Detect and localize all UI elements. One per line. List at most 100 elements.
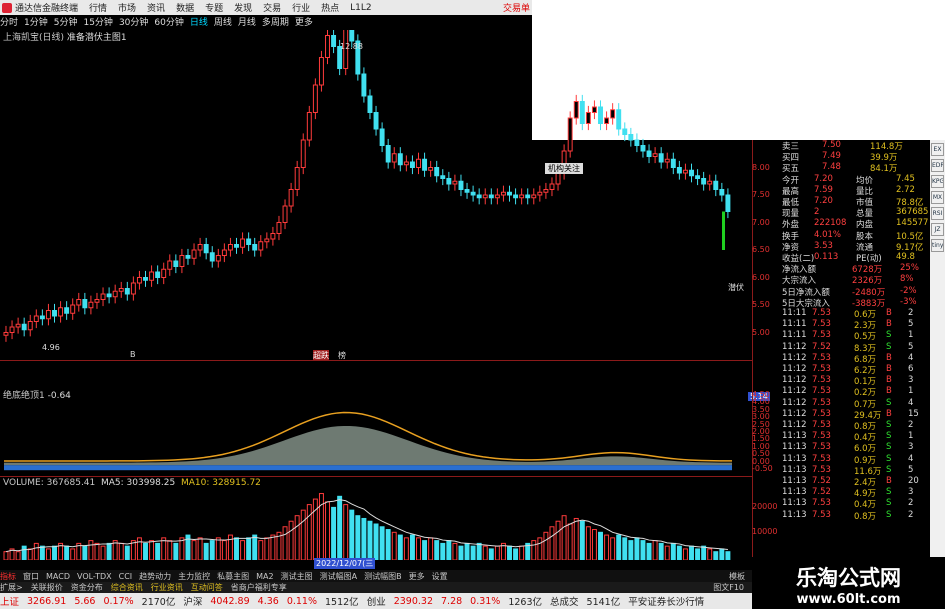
volume-chart[interactable]	[0, 488, 752, 560]
quote-cell: B	[886, 375, 892, 386]
indicator-tab[interactable]: MA2	[256, 572, 273, 581]
toolbar-icon[interactable]: MX	[931, 191, 944, 204]
index-name[interactable]: 沪深	[183, 594, 202, 608]
extension-tab[interactable]: 关联报价	[31, 582, 63, 593]
quote-cell: 11:13	[782, 476, 807, 486]
indicator-zero-band	[4, 465, 732, 471]
indicator-tab[interactable]: 设置	[432, 571, 448, 582]
quote-cell: 7.48	[822, 162, 841, 173]
quote-cell: 11:12	[782, 364, 807, 374]
divider	[0, 360, 752, 361]
indicator-tab[interactable]: 趋势动力	[139, 571, 171, 582]
menu-item[interactable]: 专题	[205, 1, 223, 14]
f10-tab[interactable]: 图文F10	[713, 582, 744, 593]
index-name[interactable]: 上证	[0, 594, 19, 608]
menu-item[interactable]: 热点	[321, 1, 339, 14]
indicator-tab[interactable]: 测试幅图B	[364, 571, 402, 582]
quote-cell: 7.49	[822, 151, 841, 162]
period-tab[interactable]: 月线	[238, 15, 256, 28]
indicator-tab[interactable]: CCI	[119, 572, 133, 581]
quote-row: 外盘 222108 内盘 145577	[782, 218, 930, 230]
indicator-tab[interactable]: 更多	[409, 571, 425, 582]
candle-body	[191, 249, 197, 259]
trade-button[interactable]: 交易单	[503, 1, 530, 14]
indicator-tab[interactable]: MACD	[46, 572, 70, 581]
toolbar-icon[interactable]: JZ	[931, 223, 944, 236]
period-tab-active[interactable]: 日线	[190, 15, 208, 28]
quote-cell: 11:13	[782, 431, 807, 442]
quote-cell: 5	[908, 341, 914, 352]
candle-body	[403, 161, 409, 166]
extension-tab[interactable]: 扩展>	[0, 582, 23, 593]
toolbar-icon[interactable]: KPG	[931, 175, 944, 188]
extension-tab[interactable]: 互动问答	[191, 582, 223, 593]
indicator-tab[interactable]: 私募主图	[217, 571, 249, 582]
quote-cell: 78.8亿	[896, 198, 924, 208]
index-name[interactable]: 创业	[367, 594, 386, 608]
toolbar-icon[interactable]: EDR	[931, 159, 944, 172]
volume-bar	[355, 515, 361, 560]
volume-bar	[209, 540, 215, 560]
indicator-tab[interactable]: 主力监控	[178, 571, 210, 582]
quote-row: 11:11 7.53 0.5万 S 1	[782, 330, 930, 342]
quote-row: 换手 4.01% 股本 10.5亿	[782, 230, 930, 242]
period-tab[interactable]: 多周期	[262, 15, 289, 28]
indicator-tab[interactable]: 窗口	[23, 571, 39, 582]
period-tab[interactable]: 周线	[214, 15, 232, 28]
indicator-tab[interactable]: 测试主图	[281, 571, 313, 582]
quote-cell: S	[886, 464, 892, 475]
quote-cell: 11:12	[782, 420, 807, 430]
menu-item[interactable]: 资讯	[147, 1, 165, 14]
candle-body	[719, 189, 725, 196]
menu-item[interactable]: L1L2	[350, 3, 371, 13]
quote-cell: 股本	[856, 231, 874, 242]
extension-tab[interactable]: 省商户福利专享	[231, 582, 287, 593]
menu-item[interactable]: 行情	[89, 1, 107, 14]
menu-item[interactable]: 交易	[263, 1, 281, 14]
candle-body	[422, 158, 428, 171]
candle-body	[464, 189, 470, 193]
popup-label[interactable]: 机构关注	[545, 163, 583, 174]
quote-cell: 7.53	[812, 431, 831, 442]
toolbar-icon[interactable]: RSI	[931, 207, 944, 220]
menu-item[interactable]: 数据	[176, 1, 194, 14]
quote-cell: 6.0万	[854, 444, 877, 455]
volume-bar	[446, 540, 452, 560]
toolbar-icon[interactable]: tiny	[931, 239, 944, 252]
volume-bar	[701, 545, 707, 560]
period-tab[interactable]: 30分钟	[119, 15, 148, 28]
period-tab[interactable]: 60分钟	[154, 15, 183, 28]
menu-item[interactable]: 行业	[292, 1, 310, 14]
toolbar-icon[interactable]: EX	[931, 143, 944, 156]
period-tab[interactable]: 分时	[0, 15, 18, 28]
period-tab[interactable]: 1分钟	[24, 15, 48, 28]
period-tab[interactable]: 更多	[295, 15, 313, 28]
volume-bar	[616, 534, 622, 560]
quote-cell: 11:12	[782, 397, 807, 408]
quote-cell: 11:11	[782, 308, 807, 318]
volume-bar	[707, 548, 713, 560]
indicator-tab[interactable]: VOL-TDX	[77, 572, 112, 581]
quote-cell: 7.53	[812, 420, 831, 430]
candle-body	[361, 73, 367, 97]
indicator-chart[interactable]	[0, 386, 752, 474]
extension-tab[interactable]: 综合资讯	[111, 582, 143, 593]
quote-row: 最高 7.59 量比 2.72	[782, 185, 930, 197]
menu-item[interactable]: 发现	[234, 1, 252, 14]
indicator-tab[interactable]: 测试幅图A	[320, 571, 357, 582]
candle-body	[579, 101, 585, 124]
divider	[0, 476, 752, 477]
period-tab[interactable]: 15分钟	[83, 15, 112, 28]
volume-bar	[689, 545, 694, 560]
volume-bar	[39, 545, 45, 560]
volume-bar	[282, 526, 288, 560]
indicator-tab[interactable]: 指标	[0, 571, 16, 582]
candlestick-chart[interactable]	[0, 30, 752, 360]
extension-tab[interactable]: 资金分布	[71, 582, 103, 593]
extension-tab[interactable]: 行业资讯	[151, 582, 183, 593]
quote-cell: B	[886, 319, 892, 330]
volume-bar	[167, 540, 173, 560]
menu-item[interactable]: 市场	[118, 1, 136, 14]
period-tab[interactable]: 5分钟	[54, 15, 78, 28]
template-tab[interactable]: 模板	[729, 571, 745, 582]
